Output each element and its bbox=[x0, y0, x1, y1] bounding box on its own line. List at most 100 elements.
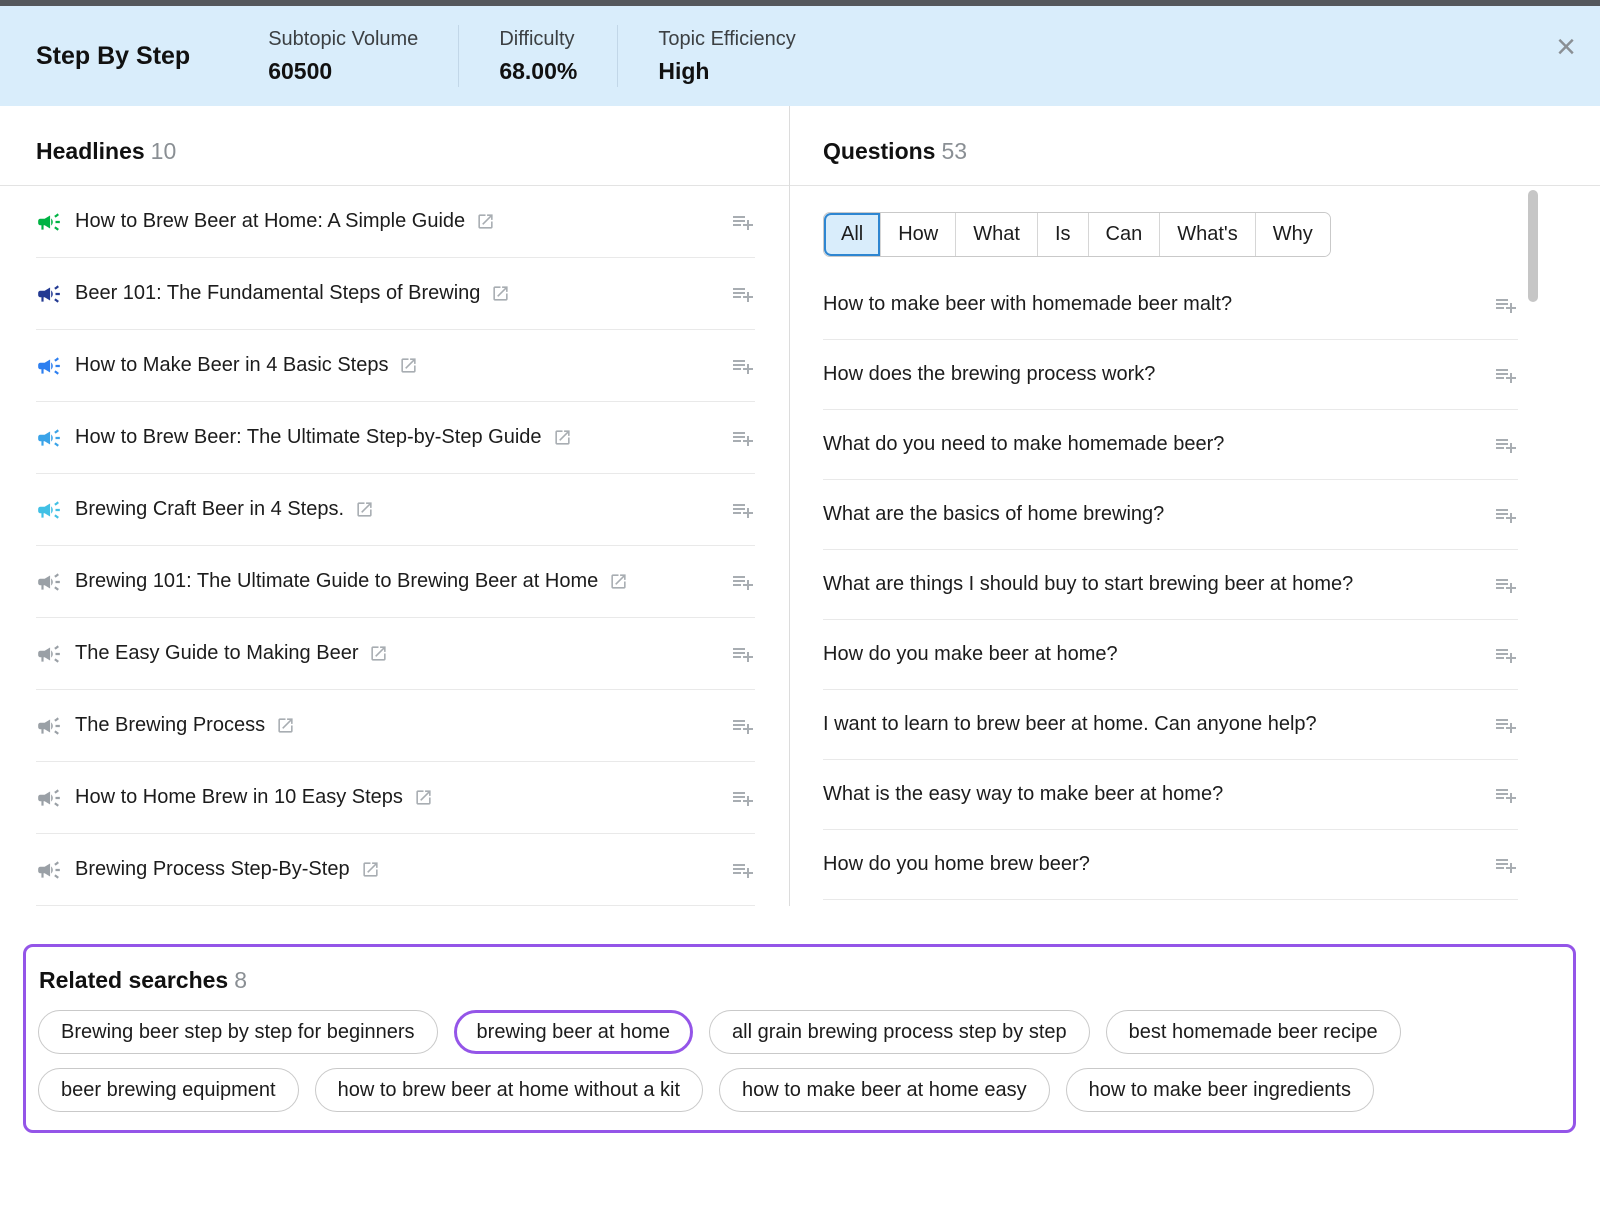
add-to-list-icon[interactable] bbox=[731, 282, 755, 306]
tab-why[interactable]: Why bbox=[1255, 213, 1330, 256]
divider bbox=[458, 25, 459, 87]
related-search-pill[interactable]: how to make beer at home easy bbox=[719, 1068, 1050, 1112]
external-link-icon[interactable] bbox=[361, 860, 380, 879]
divider bbox=[617, 25, 618, 87]
add-to-list-icon[interactable] bbox=[1494, 643, 1518, 667]
megaphone-icon bbox=[36, 353, 62, 379]
external-link-icon[interactable] bbox=[491, 284, 510, 303]
add-to-list-icon[interactable] bbox=[731, 642, 755, 666]
related-searches-title: Related searches bbox=[39, 967, 228, 993]
megaphone-icon bbox=[36, 425, 62, 451]
related-search-pill[interactable]: best homemade beer recipe bbox=[1106, 1010, 1401, 1054]
question-text: How do you make beer at home? bbox=[823, 643, 1118, 666]
related-search-pill[interactable]: beer brewing equipment bbox=[38, 1068, 299, 1112]
external-link-icon[interactable] bbox=[476, 212, 495, 231]
add-to-list-icon[interactable] bbox=[1494, 783, 1518, 807]
question-text: What is the easy way to make beer at hom… bbox=[823, 783, 1223, 806]
topic-research-overlay: Step By Step Subtopic Volume 60500 Diffi… bbox=[0, 0, 1600, 1211]
questions-column: Questions53 All How What Is Can What's W… bbox=[790, 106, 1600, 906]
megaphone-icon bbox=[36, 497, 62, 523]
question-text: What are things I should buy to start br… bbox=[823, 573, 1353, 596]
content-columns: Headlines10 How to Brew Beer at Home: A … bbox=[0, 106, 1600, 906]
header: Step By Step Subtopic Volume 60500 Diffi… bbox=[0, 6, 1600, 106]
question-row: What is the easy way to make beer at hom… bbox=[823, 760, 1518, 830]
headline-text: How to Home Brew in 10 Easy Steps bbox=[75, 786, 403, 809]
headline-row: The Brewing Process bbox=[36, 690, 755, 762]
headlines-count: 10 bbox=[151, 138, 177, 164]
related-search-pill[interactable]: brewing beer at home bbox=[454, 1010, 693, 1054]
related-search-pill[interactable]: how to brew beer at home without a kit bbox=[315, 1068, 703, 1112]
related-searches-count: 8 bbox=[234, 967, 247, 993]
headline-text: How to Brew Beer at Home: A Simple Guide bbox=[75, 210, 465, 233]
external-link-icon[interactable] bbox=[553, 428, 572, 447]
add-to-list-icon[interactable] bbox=[1494, 713, 1518, 737]
stat-label: Topic Efficiency bbox=[658, 28, 795, 51]
question-text: What are the basics of home brewing? bbox=[823, 503, 1164, 526]
add-to-list-icon[interactable] bbox=[731, 210, 755, 234]
tab-can[interactable]: Can bbox=[1088, 213, 1160, 256]
tab-is[interactable]: Is bbox=[1037, 213, 1088, 256]
external-link-icon[interactable] bbox=[355, 500, 374, 519]
headlines-column: Headlines10 How to Brew Beer at Home: A … bbox=[0, 106, 790, 906]
page-title: Step By Step bbox=[36, 42, 190, 71]
stat-value: 60500 bbox=[268, 58, 418, 85]
tab-whats[interactable]: What's bbox=[1159, 213, 1255, 256]
add-to-list-icon[interactable] bbox=[731, 570, 755, 594]
headline-text: Brewing 101: The Ultimate Guide to Brewi… bbox=[75, 570, 598, 593]
headline-row: Brewing 101: The Ultimate Guide to Brewi… bbox=[36, 546, 755, 618]
tab-all[interactable]: All bbox=[824, 213, 880, 256]
headlines-list: How to Brew Beer at Home: A Simple Guide… bbox=[0, 186, 789, 906]
questions-count: 53 bbox=[941, 138, 967, 164]
related-search-pill[interactable]: Brewing beer step by step for beginners bbox=[38, 1010, 438, 1054]
add-to-list-icon[interactable] bbox=[731, 354, 755, 378]
question-text: I want to learn to brew beer at home. Ca… bbox=[823, 713, 1317, 736]
external-link-icon[interactable] bbox=[414, 788, 433, 807]
related-searches-panel: Related searches8 Brewing beer step by s… bbox=[23, 944, 1576, 1133]
question-text: How do you home brew beer? bbox=[823, 853, 1090, 876]
related-search-pill[interactable]: how to make beer ingredients bbox=[1066, 1068, 1374, 1112]
external-link-icon[interactable] bbox=[609, 572, 628, 591]
headline-row: How to Brew Beer: The Ultimate Step-by-S… bbox=[36, 402, 755, 474]
add-to-list-icon[interactable] bbox=[731, 426, 755, 450]
add-to-list-icon[interactable] bbox=[1494, 573, 1518, 597]
add-to-list-icon[interactable] bbox=[1494, 363, 1518, 387]
headline-text: Brewing Craft Beer in 4 Steps. bbox=[75, 498, 344, 521]
stat-value: 68.00% bbox=[499, 58, 577, 85]
external-link-icon[interactable] bbox=[369, 644, 388, 663]
stat-label: Subtopic Volume bbox=[268, 28, 418, 51]
external-link-icon[interactable] bbox=[276, 716, 295, 735]
add-to-list-icon[interactable] bbox=[1494, 293, 1518, 317]
question-row: How do you make beer at home? bbox=[823, 620, 1518, 690]
megaphone-icon bbox=[36, 281, 62, 307]
headline-row: How to Brew Beer at Home: A Simple Guide bbox=[36, 186, 755, 258]
headline-row: How to Home Brew in 10 Easy Steps bbox=[36, 762, 755, 834]
tab-what[interactable]: What bbox=[955, 213, 1037, 256]
headline-text: How to Brew Beer: The Ultimate Step-by-S… bbox=[75, 426, 542, 449]
add-to-list-icon[interactable] bbox=[1494, 433, 1518, 457]
add-to-list-icon[interactable] bbox=[731, 858, 755, 882]
stat-subtopic-volume: Subtopic Volume 60500 bbox=[268, 28, 418, 85]
tab-how[interactable]: How bbox=[880, 213, 955, 256]
add-to-list-icon[interactable] bbox=[731, 498, 755, 522]
question-filter-tabs: All How What Is Can What's Why bbox=[823, 212, 1331, 257]
megaphone-icon bbox=[36, 641, 62, 667]
related-searches-heading: Related searches8 bbox=[39, 967, 1555, 994]
add-to-list-icon[interactable] bbox=[1494, 503, 1518, 527]
stat-difficulty: Difficulty 68.00% bbox=[499, 28, 577, 85]
add-to-list-icon[interactable] bbox=[1494, 853, 1518, 877]
question-row: How to make beer with homemade beer malt… bbox=[823, 270, 1518, 340]
question-text: How to make beer with homemade beer malt… bbox=[823, 293, 1232, 316]
megaphone-icon bbox=[36, 785, 62, 811]
related-search-pill[interactable]: all grain brewing process step by step bbox=[709, 1010, 1090, 1054]
megaphone-icon bbox=[36, 209, 62, 235]
stat-topic-efficiency: Topic Efficiency High bbox=[658, 28, 795, 85]
scrollbar-thumb[interactable] bbox=[1528, 190, 1538, 302]
external-link-icon[interactable] bbox=[399, 356, 418, 375]
add-to-list-icon[interactable] bbox=[731, 786, 755, 810]
headline-row: Brewing Craft Beer in 4 Steps. bbox=[36, 474, 755, 546]
related-searches-pills: Brewing beer step by step for beginners … bbox=[38, 1010, 1555, 1112]
close-icon[interactable]: × bbox=[1556, 30, 1576, 64]
question-row: What are the basics of home brewing? bbox=[823, 480, 1518, 550]
headline-text: The Easy Guide to Making Beer bbox=[75, 642, 358, 665]
add-to-list-icon[interactable] bbox=[731, 714, 755, 738]
